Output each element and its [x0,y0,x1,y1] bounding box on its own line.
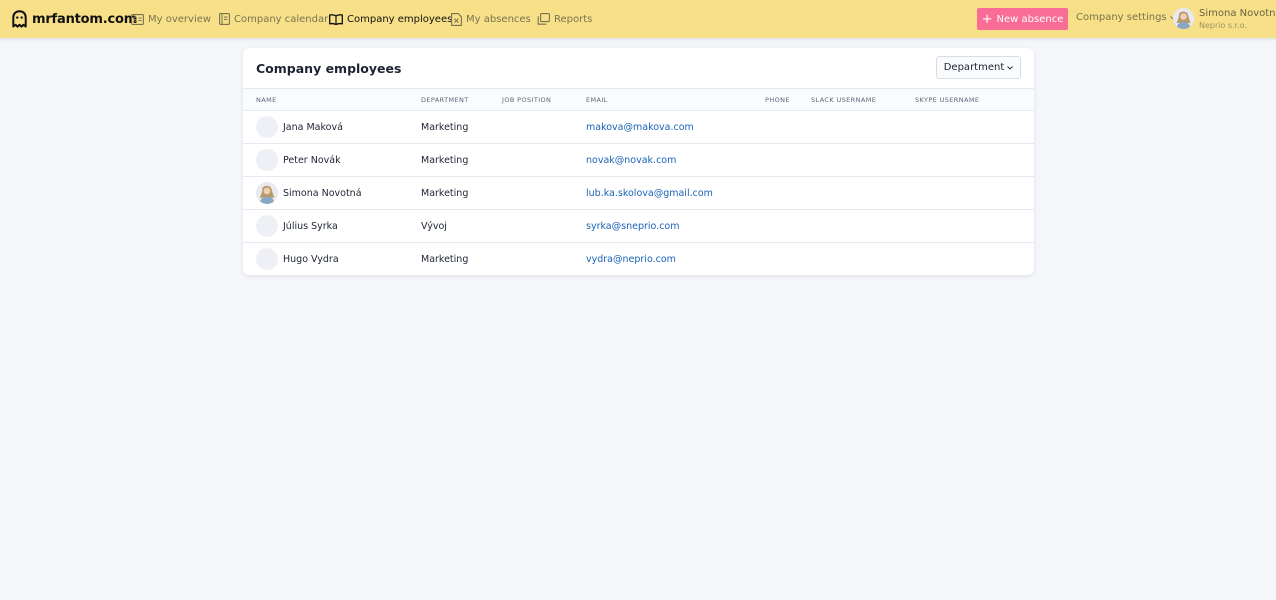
nav-company-calendar[interactable]: Company calendar [219,11,328,27]
employee-name: Jana Maková [283,122,343,133]
chevron-down-icon [1007,62,1014,73]
employee-department: Marketing [421,254,469,265]
avatar [256,248,278,270]
nav-my-absences[interactable]: My absences [451,11,531,27]
department-filter-label: Department [943,62,1005,73]
user-name[interactable]: Simona Novotná [1199,8,1276,19]
nav-my-overview[interactable]: My overview [131,11,211,27]
reports-icon [537,13,554,25]
book-icon [329,13,347,25]
column-header-phone[interactable]: PHONE [765,96,790,104]
column-header-department[interactable]: DEPARTMENT [421,96,469,104]
employee-name: Hugo Vydra [283,254,339,265]
column-header-job-position[interactable]: JOB POSITION [502,96,551,104]
avatar [256,182,278,204]
employee-department: Marketing [421,122,469,133]
nav-company-employees-label: Company employees [347,13,453,25]
column-header-slack-username[interactable]: SLACK USERNAME [811,96,876,104]
brand-logo[interactable]: mrfantom.com [12,9,137,29]
plus-icon: + [981,11,993,27]
employee-email-link[interactable]: vydra@neprio.com [586,254,676,265]
table-header: NAME DEPARTMENT JOB POSITION EMAIL PHONE… [243,88,1034,111]
calendar-icon [219,13,234,25]
nav-reports-label: Reports [554,13,593,25]
new-absence-button[interactable]: + New absence [977,8,1068,30]
company-settings-label: Company settings [1076,12,1167,23]
employee-email-link[interactable]: lub.ka.skolova@gmail.com [586,188,713,199]
page-title: Company employees [256,61,402,76]
nav-company-calendar-label: Company calendar [234,13,329,25]
table-row[interactable]: Jana Maková Marketing makova@makova.com [243,111,1034,144]
nav-reports[interactable]: Reports [537,11,592,27]
user-avatar[interactable] [1173,8,1194,29]
company-settings-dropdown[interactable]: Company settings [1076,12,1176,23]
employee-name: Simona Novotná [283,188,362,199]
employee-department: Vývoj [421,221,447,232]
employee-name: Július Syrka [283,221,338,232]
employee-email-link[interactable]: syrka@sneprio.com [586,221,679,232]
employees-card: Company employees Department NAME DEPART… [243,48,1034,275]
overview-icon [131,13,148,25]
column-header-email[interactable]: EMAIL [586,96,608,104]
table-row[interactable]: Hugo Vydra Marketing vydra@neprio.com [243,243,1034,275]
department-filter-button[interactable]: Department [936,56,1021,79]
table-row[interactable]: Simona Novotná Marketing lub.ka.skolova@… [243,177,1034,210]
avatar [256,116,278,138]
employee-email-link[interactable]: makova@makova.com [586,122,694,133]
nav-my-absences-label: My absences [466,13,531,25]
column-header-skype-username[interactable]: SKYPE USERNAME [915,96,979,104]
ghost-logo-icon [12,10,27,28]
employee-email-link[interactable]: novak@novak.com [586,155,676,166]
avatar [256,149,278,171]
employee-department: Marketing [421,188,469,199]
employee-name: Peter Novák [283,155,341,166]
nav-my-overview-label: My overview [148,13,212,25]
employee-department: Marketing [421,155,469,166]
top-navigation-bar: mrfantom.com My overview Company calenda… [0,0,1276,38]
absence-icon [451,12,466,26]
nav-company-employees[interactable]: Company employees [329,11,452,27]
column-header-name[interactable]: NAME [256,96,277,104]
avatar [256,215,278,237]
user-company: Neprio s.r.o. [1199,21,1248,30]
brand-name: mrfantom.com [32,11,138,27]
table-row[interactable]: Peter Novák Marketing novak@novak.com [243,144,1034,177]
new-absence-label: New absence [996,13,1064,25]
table-row[interactable]: Július Syrka Vývoj syrka@sneprio.com [243,210,1034,243]
